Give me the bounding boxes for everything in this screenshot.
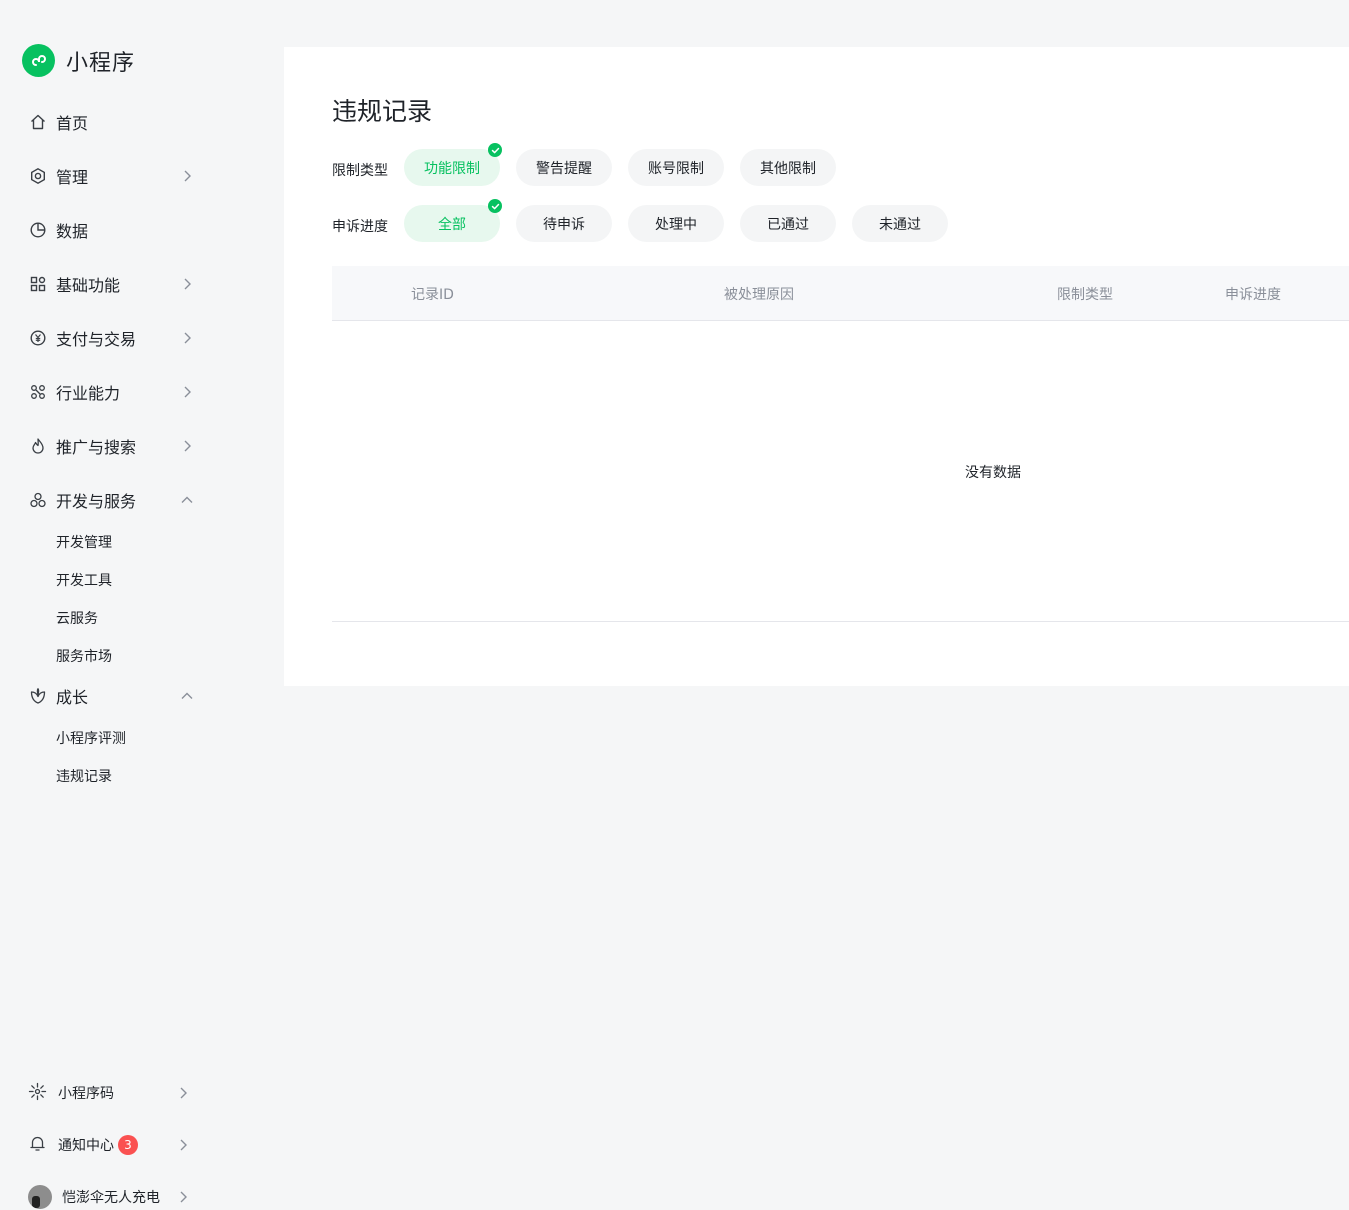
- sidebar-item-label: 支付与交易: [56, 330, 137, 349]
- notification-count-badge: 3: [118, 1135, 138, 1155]
- sidebar-subitem-marketplace[interactable]: 服务市场: [56, 646, 112, 666]
- chevron-right-icon: [180, 1087, 187, 1099]
- sidebar: 小程序 首页 管理 数据 基础功能 支付与交易 行业能力 推广与搜索 开发与服务: [0, 0, 228, 1210]
- settings-icon: [28, 167, 47, 186]
- chip-approved[interactable]: 已通过: [740, 205, 836, 242]
- home-icon: [28, 113, 47, 132]
- user-name: 恺澎伞无人充电: [62, 1190, 160, 1206]
- sidebar-item-home[interactable]: 首页: [28, 108, 198, 136]
- chip-processing[interactable]: 处理中: [628, 205, 724, 242]
- column-header-restriction-type: 限制类型: [1057, 287, 1113, 303]
- qrcode-icon: [28, 1082, 47, 1105]
- growth-icon: [28, 687, 47, 706]
- sidebar-item-label: 行业能力: [56, 384, 121, 403]
- chevron-right-icon: [184, 170, 191, 182]
- page-title: 违规记录: [332, 97, 433, 126]
- sidebar-item-payment[interactable]: 支付与交易: [28, 324, 198, 352]
- chevron-right-icon: [184, 440, 191, 452]
- check-icon: [488, 143, 502, 157]
- sidebar-item-label: 推广与搜索: [56, 438, 137, 457]
- sidebar-item-growth[interactable]: 成长: [28, 682, 198, 710]
- yuan-icon: [28, 329, 47, 348]
- main-card: 违规记录 限制类型 功能限制 警告提醒 账号限制 其他限制 申诉进度 全部 待申…: [284, 47, 1349, 686]
- chevron-right-icon: [180, 1139, 187, 1151]
- chip-all[interactable]: 全部: [404, 199, 502, 242]
- sidebar-subitem-dev-manage[interactable]: 开发管理: [56, 532, 112, 552]
- app-logo[interactable]: 小程序: [22, 44, 135, 77]
- chip-pending-appeal[interactable]: 待申诉: [516, 205, 612, 242]
- chevron-right-icon: [180, 1191, 187, 1203]
- qrcode-menu-item[interactable]: 小程序码: [28, 1081, 194, 1105]
- notification-center-item[interactable]: 通知中心 3: [28, 1133, 194, 1157]
- sidebar-item-industry[interactable]: 行业能力: [28, 378, 198, 406]
- chevron-up-icon: [181, 692, 193, 699]
- sidebar-item-label: 首页: [56, 114, 89, 133]
- table-bottom-divider: [332, 621, 1349, 622]
- chip-label: 功能限制: [424, 160, 480, 177]
- chart-icon: [28, 221, 47, 240]
- table-header: 记录ID 被处理原因 限制类型 申诉进度: [332, 266, 1349, 321]
- chip-other-restriction[interactable]: 其他限制: [740, 149, 836, 186]
- chevron-up-icon: [181, 496, 193, 503]
- notification-label: 通知中心: [58, 1138, 114, 1154]
- column-header-reason: 被处理原因: [724, 287, 794, 303]
- chip-rejected[interactable]: 未通过: [852, 205, 948, 242]
- user-account-item[interactable]: 恺澎伞无人充电: [28, 1185, 194, 1209]
- sidebar-item-basic-features[interactable]: 基础功能: [28, 270, 198, 298]
- sidebar-subitem-violations[interactable]: 违规记录: [56, 766, 112, 786]
- bell-icon: [28, 1134, 47, 1157]
- sidebar-item-label: 基础功能: [56, 276, 121, 295]
- check-icon: [488, 199, 502, 213]
- sidebar-item-dev-services[interactable]: 开发与服务: [28, 486, 198, 514]
- sidebar-subitem-evaluation[interactable]: 小程序评测: [56, 728, 126, 748]
- chevron-right-icon: [184, 332, 191, 344]
- restriction-type-label: 限制类型: [332, 163, 388, 179]
- avatar: [28, 1185, 52, 1209]
- appeal-progress-label: 申诉进度: [332, 219, 388, 235]
- column-header-appeal-progress: 申诉进度: [1225, 287, 1281, 303]
- sidebar-item-label: 成长: [56, 688, 89, 707]
- chip-function-restriction[interactable]: 功能限制: [404, 143, 502, 186]
- flame-icon: [28, 437, 47, 456]
- sidebar-item-data[interactable]: 数据: [28, 216, 198, 244]
- qrcode-label: 小程序码: [58, 1086, 114, 1102]
- sidebar-subitem-dev-tools[interactable]: 开发工具: [56, 570, 112, 590]
- app-name: 小程序: [66, 50, 136, 76]
- sidebar-item-manage[interactable]: 管理: [28, 162, 198, 190]
- sidebar-item-label: 数据: [56, 222, 89, 241]
- chip-account-restriction[interactable]: 账号限制: [628, 149, 724, 186]
- column-header-record-id: 记录ID: [411, 287, 454, 303]
- sidebar-item-label: 管理: [56, 168, 89, 187]
- miniprogram-logo-icon: [22, 44, 55, 77]
- chevron-right-icon: [184, 278, 191, 290]
- industry-icon: [28, 383, 47, 402]
- chevron-right-icon: [184, 386, 191, 398]
- sidebar-subitem-cloud[interactable]: 云服务: [56, 608, 98, 628]
- sidebar-item-promotion[interactable]: 推广与搜索: [28, 432, 198, 460]
- table-empty-text: 没有数据: [965, 465, 1021, 481]
- dev-icon: [28, 491, 47, 510]
- grid-icon: [28, 275, 47, 294]
- sidebar-item-label: 开发与服务: [56, 492, 137, 511]
- chip-warning[interactable]: 警告提醒: [516, 149, 612, 186]
- chip-label: 全部: [438, 216, 466, 233]
